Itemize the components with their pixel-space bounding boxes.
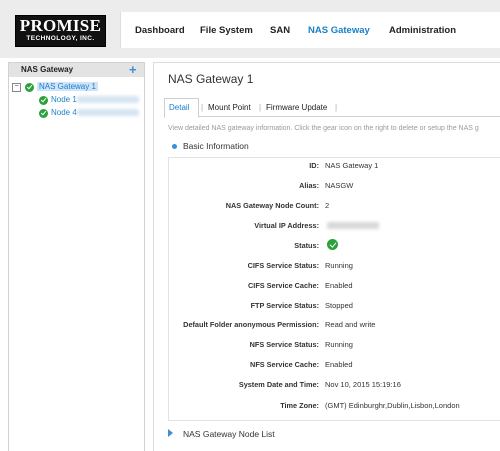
- row-label-ftp-status: FTP Service Status:: [250, 301, 319, 310]
- row-value-ftp-status: Stopped: [325, 301, 353, 310]
- row-label-date-time: System Date and Time:: [238, 380, 319, 389]
- tab-separator: |: [201, 103, 204, 112]
- row-value-node-count: 2: [325, 201, 330, 210]
- redacted-text: [327, 222, 379, 229]
- row-value-cifs-cache: Enabled: [325, 281, 353, 290]
- nav-san[interactable]: SAN: [270, 25, 290, 36]
- section-bullet-icon: [172, 144, 177, 149]
- nav-dashboard[interactable]: Dashboard: [135, 25, 185, 36]
- row-label-cifs-status: CIFS Service Status:: [247, 261, 319, 270]
- info-description: View detailed NAS gateway information. C…: [168, 125, 479, 132]
- main-nav: Dashboard File System SAN NAS Gateway Ad…: [120, 12, 500, 48]
- redacted-text: [77, 96, 139, 103]
- tab-mount-point[interactable]: Mount Point: [208, 103, 251, 112]
- logo-text-secondary: TECHNOLOGY, INC.: [26, 35, 95, 42]
- row-label-id: ID:: [309, 161, 319, 170]
- main-panel: NAS Gateway 1 Detail | Mount Point | Fir…: [153, 62, 500, 451]
- section-title-node-list[interactable]: NAS Gateway Node List: [183, 429, 275, 439]
- row-label-node-count: NAS Gateway Node Count:: [225, 201, 319, 210]
- row-label-alias: Alias:: [299, 181, 319, 190]
- section-title-basic-info[interactable]: Basic Information: [183, 141, 249, 151]
- tab-separator: |: [335, 103, 338, 112]
- row-label-time-zone: Time Zone:: [280, 401, 319, 410]
- row-label-status: Status:: [294, 241, 319, 250]
- row-value-nfs-cache: Enabled: [325, 360, 353, 369]
- tab-firmware-update[interactable]: Firmware Update: [266, 103, 327, 112]
- tab-detail[interactable]: Detail: [169, 103, 189, 112]
- tree-collapse-toggle[interactable]: −: [12, 83, 21, 92]
- add-icon[interactable]: +: [129, 63, 137, 76]
- row-label-anon-permission: Default Folder anonymous Permission:: [183, 320, 319, 329]
- row-label-cifs-cache: CIFS Service Cache:: [248, 281, 319, 290]
- row-value-date-time: Nov 10, 2015 15:19:16: [325, 380, 401, 389]
- basic-info-panel: ID: NAS Gateway 1 Alias: NASGW NAS Gatew…: [168, 157, 500, 421]
- tab-separator: |: [259, 103, 262, 112]
- tab-bar: Detail | Mount Point | Firmware Update |: [164, 98, 500, 118]
- tree-item-node-4[interactable]: Node 4: [51, 108, 77, 117]
- logo-text-primary: PROMISE: [19, 16, 102, 35]
- top-bar: PROMISE TECHNOLOGY, INC. Dashboard File …: [0, 0, 500, 58]
- row-value-time-zone: (GMT) Edinburghr,Dublin,Lisbon,London: [325, 401, 460, 410]
- redacted-text: [77, 109, 139, 116]
- tree-item-nas-gateway-1[interactable]: NAS Gateway 1: [37, 82, 98, 91]
- row-value-id: NAS Gateway 1: [325, 161, 379, 170]
- row-label-nfs-status: NFS Service Status:: [249, 340, 319, 349]
- sidebar-header: NAS Gateway +: [9, 63, 144, 77]
- tree-item-node-1[interactable]: Node 1: [51, 95, 77, 104]
- row-value-anon-permission: Read and write: [325, 320, 376, 329]
- page-title: NAS Gateway 1: [168, 72, 254, 86]
- status-ok-icon: [39, 109, 48, 118]
- row-label-nfs-cache: NFS Service Cache:: [250, 360, 319, 369]
- nav-nas-gateway[interactable]: NAS Gateway: [308, 25, 370, 36]
- status-ok-icon: [39, 96, 48, 105]
- row-label-virtual-ip: Virtual IP Address:: [254, 221, 319, 230]
- sidebar-title: NAS Gateway: [21, 65, 74, 74]
- row-value-cifs-status: Running: [325, 261, 353, 270]
- promise-logo: PROMISE TECHNOLOGY, INC.: [15, 15, 106, 47]
- row-value-alias: NASGW: [325, 181, 354, 190]
- status-ok-icon: [25, 83, 34, 92]
- sidebar: NAS Gateway + − NAS Gateway 1 Node 1 Nod…: [8, 62, 145, 451]
- status-ok-icon: [327, 239, 338, 250]
- nav-file-system[interactable]: File System: [200, 25, 253, 36]
- nav-administration[interactable]: Administration: [389, 25, 456, 36]
- expand-arrow-icon[interactable]: [168, 429, 173, 437]
- row-value-nfs-status: Running: [325, 340, 353, 349]
